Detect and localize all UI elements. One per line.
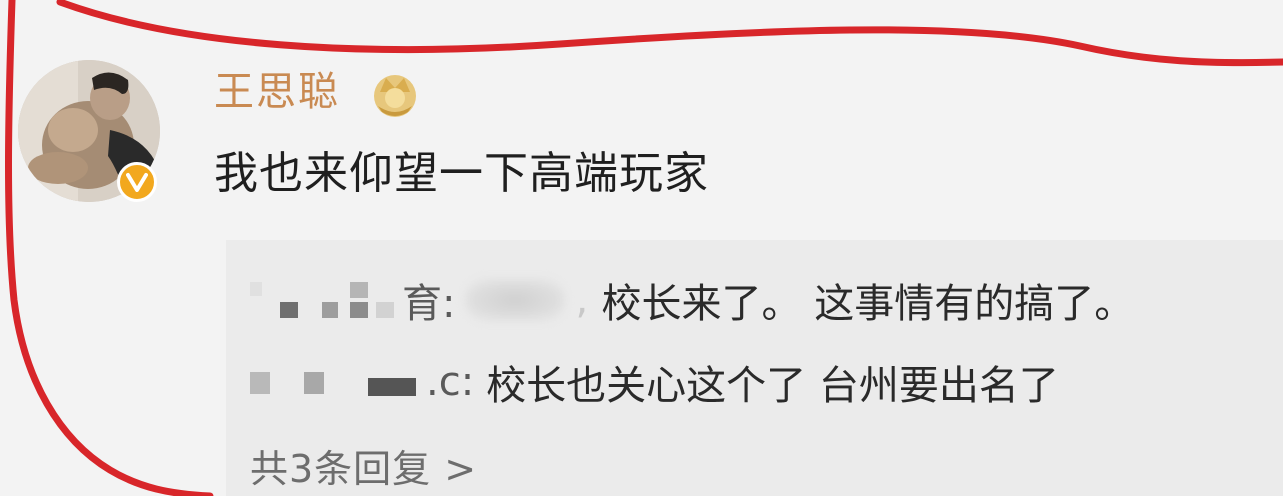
reply-text: 校长来了。 这事情有的搞了。	[601, 281, 1135, 327]
pixelated-username	[250, 276, 402, 324]
comment-text: 我也来仰望一下高端玩家	[214, 148, 709, 199]
username[interactable]: 王思聪	[214, 68, 340, 116]
reply-item[interactable]: 育: , 校长来了。 这事情有的搞了。	[250, 270, 1134, 330]
reply-author[interactable]: .c:	[426, 359, 474, 405]
pixelated-username	[250, 358, 426, 406]
crown-badge-icon	[368, 66, 422, 120]
view-all-replies-link[interactable]: 共3条回复 >	[250, 438, 477, 493]
verified-v-icon	[117, 162, 157, 202]
comment-card: 王思聪 我也来仰望一下高端玩家 育: , 校长来了。 这事情有的搞了。 .c: …	[0, 0, 1283, 496]
blurred-mention	[465, 279, 566, 321]
reply-text: 校长也关心这个了 台州要出名了	[486, 363, 1059, 409]
reply-section: 育: , 校长来了。 这事情有的搞了。 .c: 校长也关心这个了 台州要出名了 …	[226, 240, 1283, 496]
reply-item[interactable]: .c: 校长也关心这个了 台州要出名了	[250, 352, 1059, 412]
reply-author[interactable]: 育:	[402, 271, 455, 329]
